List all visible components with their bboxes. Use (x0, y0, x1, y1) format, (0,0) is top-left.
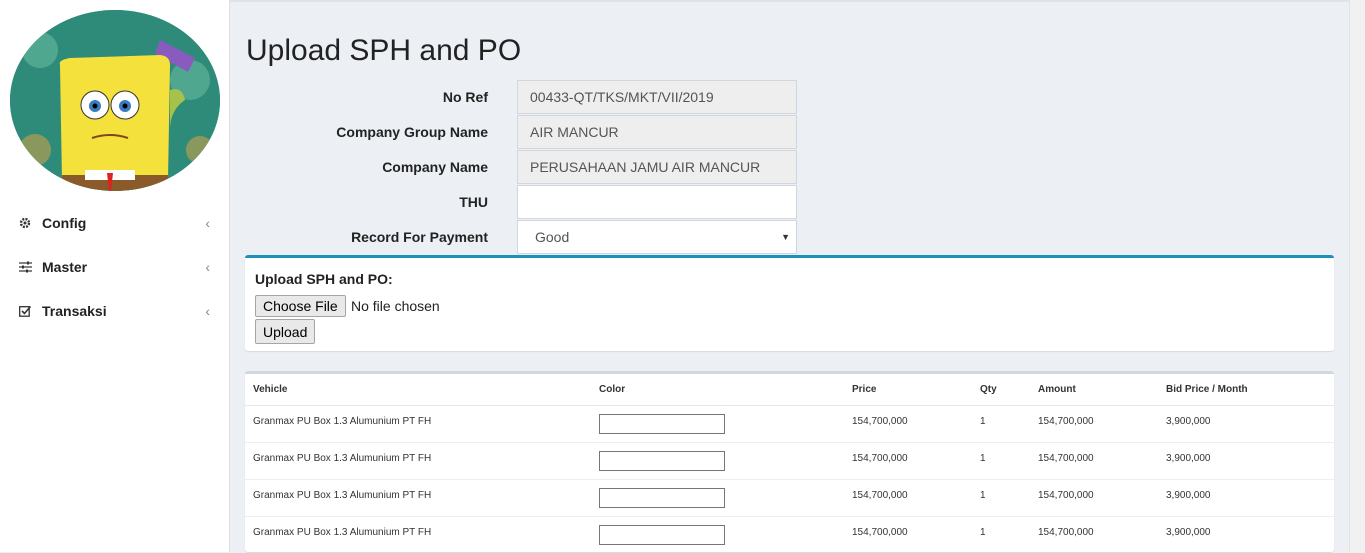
user-avatar (10, 10, 220, 191)
price-cell: 154,700,000 (844, 441, 972, 479)
thu-label: THU (459, 194, 488, 210)
price-cell: 154,700,000 (844, 515, 972, 553)
color-input[interactable] (599, 450, 725, 471)
upload-label: Upload SPH and PO: (255, 271, 393, 287)
column-header-color: Color (591, 374, 844, 406)
sidebar-item-transaksi[interactable]: Transaksi ‹ (0, 289, 230, 333)
thu-field[interactable] (517, 185, 797, 219)
column-header-vehicle: Vehicle (245, 374, 591, 406)
no-ref-label: No Ref (442, 89, 488, 105)
qty-cell: 1 (972, 441, 1030, 479)
qty-cell: 1 (972, 478, 1030, 516)
check-square-icon (18, 304, 32, 318)
column-header-amount: Amount (1030, 374, 1158, 406)
gear-icon (18, 216, 32, 230)
color-cell (591, 515, 844, 553)
company-group-field[interactable] (517, 115, 797, 149)
table-row: Granmax PU Box 1.3 Alumunium PT FH 154,7… (245, 404, 1334, 442)
upload-button[interactable]: Upload (255, 319, 316, 344)
company-name-field[interactable] (517, 150, 797, 184)
record-for-payment-select[interactable]: Good ▼ (517, 220, 797, 254)
vehicle-cell: Granmax PU Box 1.3 Alumunium PT FH (245, 478, 591, 516)
upload-box: Upload SPH and PO: Choose File No file c… (245, 255, 1334, 351)
qty-cell: 1 (972, 404, 1030, 442)
column-header-bid-price: Bid Price / Month (1158, 374, 1334, 406)
table-row: Granmax PU Box 1.3 Alumunium PT FH 154,7… (245, 441, 1334, 479)
vehicle-cell: Granmax PU Box 1.3 Alumunium PT FH (245, 515, 591, 553)
avatar-image (10, 10, 220, 191)
amount-cell: 154,700,000 (1030, 515, 1158, 553)
chevron-left-icon: ‹ (205, 215, 210, 231)
bid-price-cell: 3,900,000 (1158, 478, 1334, 516)
chevron-left-icon: ‹ (205, 303, 210, 319)
color-input[interactable] (599, 524, 725, 545)
vehicle-table-box: Vehicle Color Price Qty Amount Bid Price… (245, 371, 1334, 553)
page-scrollbar[interactable] (1349, 0, 1365, 552)
amount-cell: 154,700,000 (1030, 441, 1158, 479)
color-cell (591, 441, 844, 479)
company-group-label: Company Group Name (336, 124, 488, 140)
price-cell: 154,700,000 (844, 478, 972, 516)
record-for-payment-value: Good (535, 229, 570, 245)
color-cell (591, 404, 844, 442)
price-cell: 154,700,000 (844, 404, 972, 442)
top-divider (230, 0, 1349, 2)
bid-price-cell: 3,900,000 (1158, 441, 1334, 479)
color-cell (591, 478, 844, 516)
sidebar-item-label: Master (42, 259, 88, 275)
page-title: Upload SPH and PO (246, 34, 522, 67)
company-name-label: Company Name (382, 159, 488, 175)
amount-cell: 154,700,000 (1030, 478, 1158, 516)
chevron-left-icon: ‹ (205, 259, 210, 275)
scrollbar-thumb[interactable] (1353, 2, 1363, 550)
vehicle-cell: Granmax PU Box 1.3 Alumunium PT FH (245, 404, 591, 442)
bid-price-cell: 3,900,000 (1158, 404, 1334, 442)
column-header-price: Price (844, 374, 972, 406)
qty-cell: 1 (972, 515, 1030, 553)
sidebar-item-config[interactable]: Config ‹ (0, 201, 230, 245)
choose-file-button[interactable]: Choose File (255, 295, 346, 317)
file-status: No file chosen (351, 298, 440, 314)
color-input[interactable] (599, 487, 725, 508)
table-row: Granmax PU Box 1.3 Alumunium PT FH 154,7… (245, 478, 1334, 516)
table-row: Granmax PU Box 1.3 Alumunium PT FH 154,7… (245, 515, 1334, 553)
amount-cell: 154,700,000 (1030, 404, 1158, 442)
table-header-row: Vehicle Color Price Qty Amount Bid Price… (245, 374, 1334, 406)
color-input[interactable] (599, 413, 725, 434)
sidebar: Config ‹ Master ‹ Transaksi ‹ (0, 0, 230, 552)
caret-down-icon: ▼ (781, 232, 790, 242)
vehicle-cell: Granmax PU Box 1.3 Alumunium PT FH (245, 441, 591, 479)
sidebar-item-label: Config (42, 215, 87, 231)
sidebar-item-master[interactable]: Master ‹ (0, 245, 230, 289)
column-header-qty: Qty (972, 374, 1030, 406)
sliders-icon (18, 260, 32, 274)
sidebar-item-label: Transaksi (42, 303, 107, 319)
record-for-payment-label: Record For Payment (351, 229, 488, 245)
vehicle-table: Vehicle Color Price Qty Amount Bid Price… (245, 374, 1334, 553)
no-ref-field[interactable] (517, 80, 797, 114)
bid-price-cell: 3,900,000 (1158, 515, 1334, 553)
